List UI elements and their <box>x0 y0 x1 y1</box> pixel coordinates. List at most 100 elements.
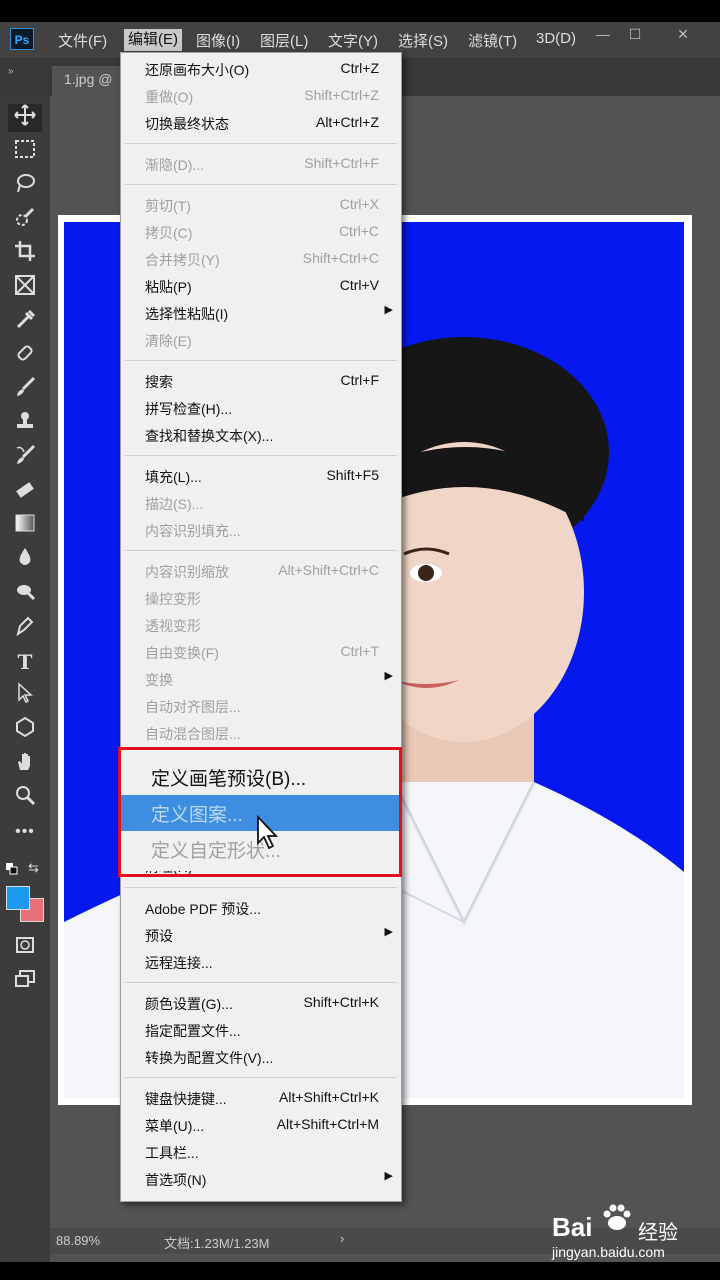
quick-select-icon[interactable] <box>8 206 42 234</box>
baidu-paw-icon <box>603 1204 631 1230</box>
minimize-button[interactable]: — <box>586 24 620 44</box>
menu-item-label: 合并拷贝(Y) <box>145 252 220 268</box>
menu-item[interactable]: 描边(S)... <box>121 490 401 517</box>
menu-item[interactable]: 颜色设置(G)... Shift+Ctrl+K <box>121 990 401 1017</box>
menu-edit[interactable]: 编辑(E) <box>124 29 182 51</box>
menu-item-6[interactable]: 滤镜(T) <box>468 30 517 51</box>
menu-item-label: 透视变形 <box>145 618 201 634</box>
zoom-icon[interactable] <box>8 784 42 812</box>
type-icon[interactable]: T <box>8 648 42 676</box>
pen-icon[interactable] <box>8 614 42 642</box>
menu-item-7[interactable]: 3D(D) <box>536 30 576 47</box>
brush-icon[interactable] <box>8 376 42 404</box>
menu-item-label: 变换 <box>145 672 173 688</box>
menu-separator <box>125 887 397 888</box>
dodge-icon[interactable] <box>8 580 42 608</box>
swap-colors-icon[interactable]: ⇆ <box>28 860 39 876</box>
menu-item-2[interactable]: 图像(I) <box>196 30 240 51</box>
menu-item[interactable]: 粘贴(P) Ctrl+V <box>121 273 401 300</box>
menu-item[interactable]: 拼写检查(H)... <box>121 395 401 422</box>
status-menu-arrow[interactable]: › <box>340 1231 344 1246</box>
menu-item-0[interactable]: 文件(F) <box>58 30 107 51</box>
menu-item-shortcut: Alt+Shift+Ctrl+K <box>279 1089 379 1105</box>
path-select-icon[interactable] <box>8 682 42 710</box>
screen-mode-icon[interactable] <box>8 968 42 996</box>
menu-item-shortcut: Ctrl+V <box>339 277 379 293</box>
default-colors-icon[interactable] <box>6 862 18 875</box>
menu-item[interactable]: 键盘快捷键... Alt+Shift+Ctrl+K <box>121 1085 401 1112</box>
menu-item[interactable]: 拷贝(C) Ctrl+C <box>121 219 401 246</box>
crop-icon[interactable] <box>8 240 42 268</box>
menu-item-label: 自动混合图层... <box>145 726 241 742</box>
menu-item[interactable]: 合并拷贝(Y) Shift+Ctrl+C <box>121 246 401 273</box>
menu-item-shortcut: Shift+F5 <box>326 467 379 483</box>
menu-item-label: 指定配置文件... <box>145 1023 241 1039</box>
menu-item-5[interactable]: 选择(S) <box>398 30 448 51</box>
menu-item[interactable]: 自动对齐图层... <box>121 693 401 720</box>
history-brush-icon[interactable] <box>8 444 42 472</box>
shape-icon[interactable] <box>8 716 42 744</box>
menu-item-label: 重做(O) <box>145 89 194 105</box>
menu-item[interactable]: 工具栏... <box>121 1139 401 1166</box>
eyedropper-icon[interactable] <box>8 308 42 336</box>
menu-item[interactable]: 转换为配置文件(V)... <box>121 1044 401 1071</box>
more-icon[interactable]: ••• <box>8 818 42 846</box>
stamp-icon[interactable] <box>8 410 42 438</box>
lasso-icon[interactable] <box>8 172 42 200</box>
menu-item[interactable]: 变换 ▶ <box>121 666 401 693</box>
menu-item[interactable]: 清除(E) <box>121 327 401 354</box>
menu-item[interactable]: 指定配置文件... <box>121 1017 401 1044</box>
menu-item[interactable]: 预设 ▶ <box>121 922 401 949</box>
frame-icon[interactable] <box>8 274 42 302</box>
menu-item-label: 拷贝(C) <box>145 225 193 241</box>
menu-item[interactable]: 菜单(U)... Alt+Shift+Ctrl+M <box>121 1112 401 1139</box>
menu-item[interactable]: Adobe PDF 预设... <box>121 895 401 922</box>
menu-item[interactable]: 内容识别缩放 Alt+Shift+Ctrl+C <box>121 558 401 585</box>
hand-icon[interactable] <box>8 750 42 778</box>
blur-icon[interactable] <box>8 546 42 574</box>
menu-item-shortcut: Shift+Ctrl+F <box>304 155 379 171</box>
menu-item-shortcut: Ctrl+Z <box>340 60 380 76</box>
menu-item[interactable]: 剪切(T) Ctrl+X <box>121 192 401 219</box>
menu-item[interactable]: 查找和替换文本(X)... <box>121 422 401 449</box>
collapse-panel-icon[interactable]: » <box>8 66 13 77</box>
menu-item-label: 键盘快捷键... <box>145 1091 227 1107</box>
menu-item-shortcut: Alt+Ctrl+Z <box>315 114 379 130</box>
healing-icon[interactable] <box>8 342 42 370</box>
menu-item[interactable]: 内容识别填充... <box>121 517 401 544</box>
mouse-cursor-icon <box>257 815 279 850</box>
menu-item-label: 还原画布大小(O) <box>145 62 250 78</box>
menu-item[interactable]: 填充(L)... Shift+F5 <box>121 463 401 490</box>
menu-item[interactable]: 重做(O) Shift+Ctrl+Z <box>121 83 401 110</box>
menu-item-4[interactable]: 文字(Y) <box>328 30 378 51</box>
menu-item[interactable]: 搜索 Ctrl+F <box>121 368 401 395</box>
menu-item-label: 填充(L)... <box>145 469 202 485</box>
edit-menu-dropdown: 还原画布大小(O) Ctrl+Z 重做(O) Shift+Ctrl+Z 切换最终状态 Al… <box>120 52 402 1202</box>
menu-item-label: 查找和替换文本(X)... <box>145 428 274 444</box>
zoom-level[interactable]: 88.89% <box>56 1233 100 1248</box>
menu-item[interactable]: 操控变形 <box>121 585 401 612</box>
close-button[interactable]: ✕ <box>666 24 700 44</box>
restore-button[interactable]: ☐ <box>618 24 652 44</box>
menu-item[interactable]: 透视变形 <box>121 612 401 639</box>
quick-mask-icon[interactable] <box>8 934 42 962</box>
eraser-icon[interactable] <box>8 478 42 506</box>
menu-item[interactable]: 选择性粘贴(I) ▶ <box>121 300 401 327</box>
menu-item-label: 描边(S)... <box>145 496 204 512</box>
menu-item[interactable]: 切换最终状态 Alt+Ctrl+Z <box>121 110 401 137</box>
menu-item-label: 工具栏... <box>145 1145 199 1161</box>
menu-item[interactable]: 远程连接... <box>121 949 401 976</box>
menu-item[interactable]: 渐隐(D)... Shift+Ctrl+F <box>121 151 401 178</box>
menu-item[interactable]: 还原画布大小(O) Ctrl+Z <box>121 56 401 83</box>
marquee-icon[interactable] <box>8 138 42 166</box>
menu-item-3[interactable]: 图层(L) <box>260 30 308 51</box>
menu-item[interactable]: 自由变换(F) Ctrl+T <box>121 639 401 666</box>
menu-item[interactable]: 首选项(N) ▶ <box>121 1166 401 1193</box>
watermark-url: jingyan.baidu.com <box>552 1244 665 1260</box>
menu-item[interactable]: 自动混合图层... <box>121 720 401 747</box>
menu-item-label: 粘贴(P) <box>145 279 192 295</box>
move-icon[interactable] <box>8 104 42 132</box>
foreground-color-swatch[interactable] <box>6 886 30 910</box>
gradient-icon[interactable] <box>8 512 42 540</box>
menu-item-shortcut: Ctrl+T <box>340 643 380 659</box>
